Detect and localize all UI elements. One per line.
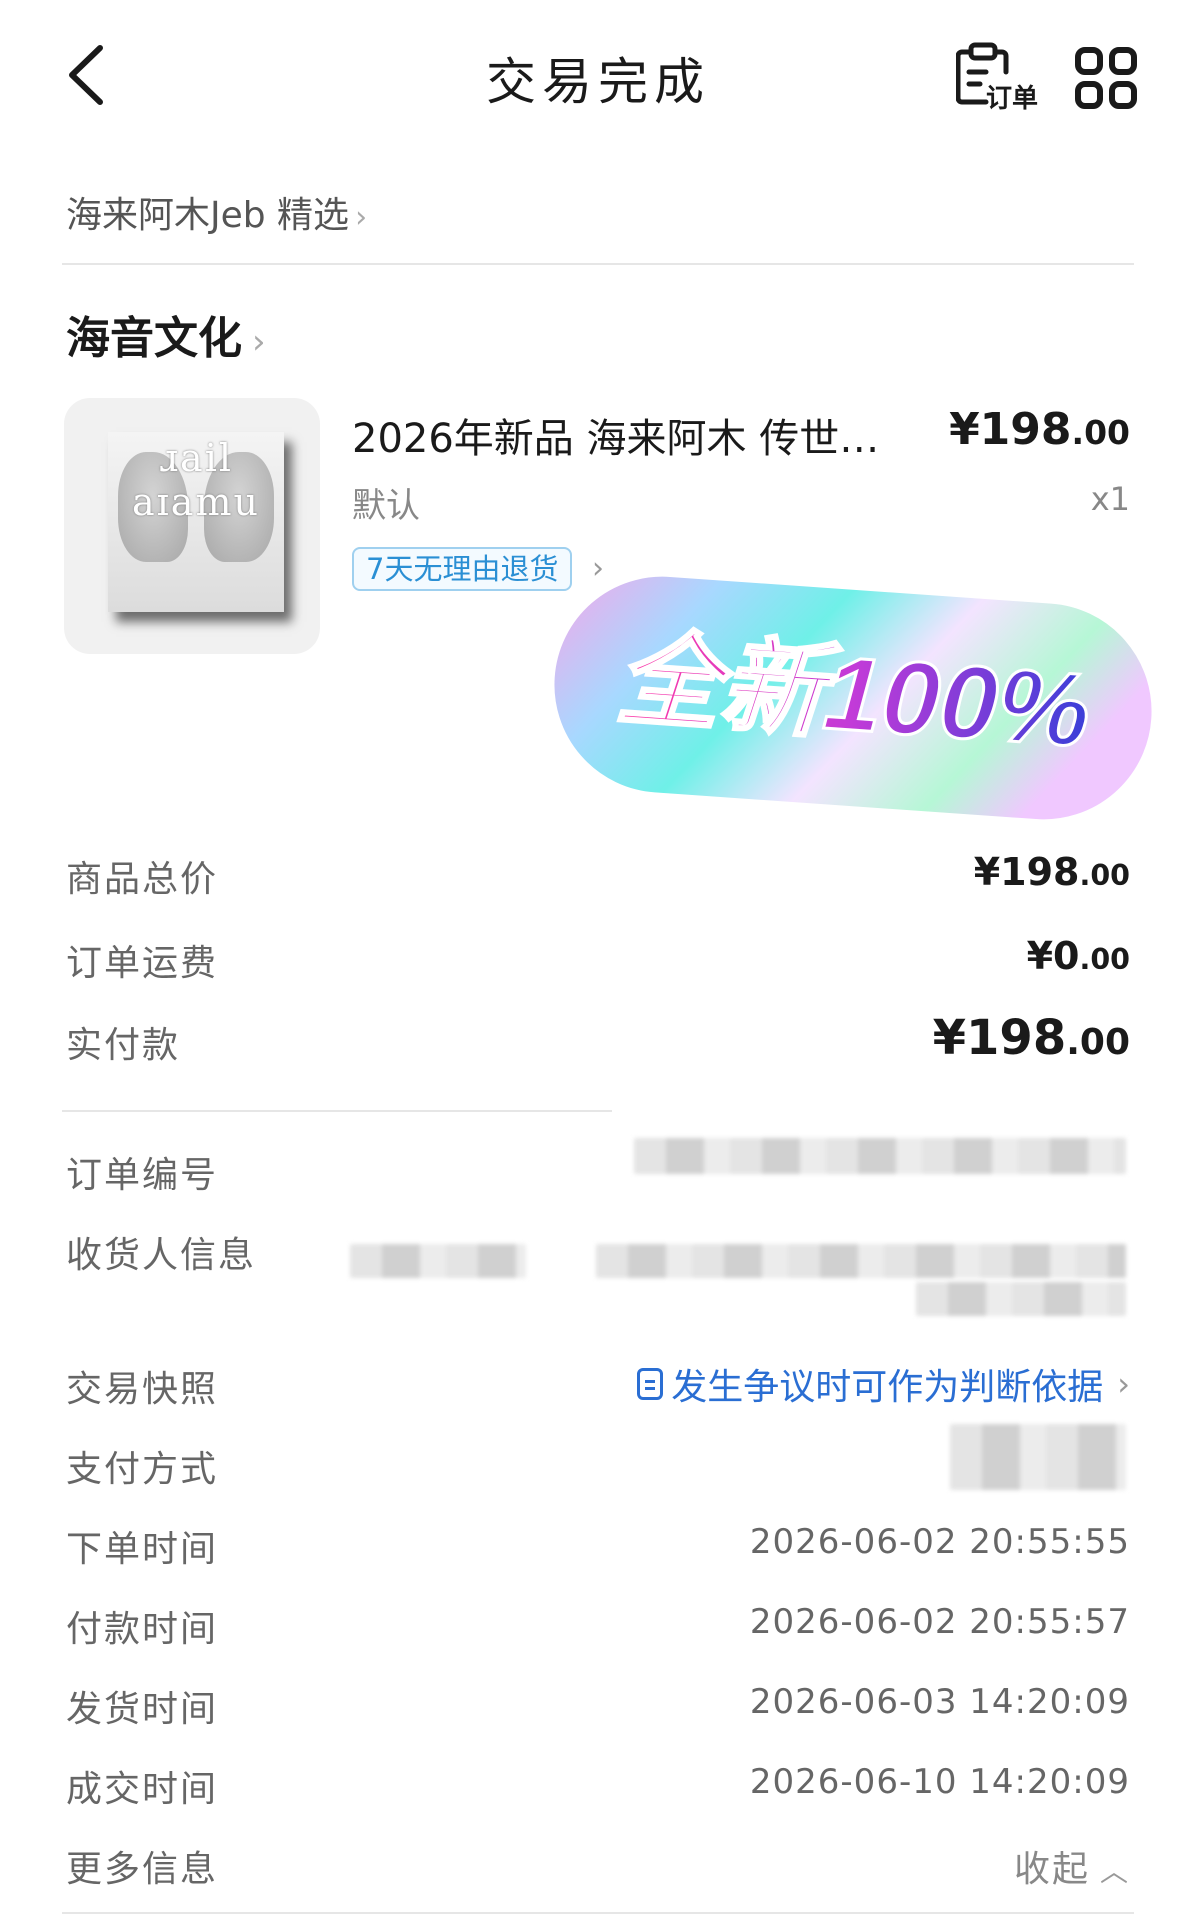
goods-total-value: ¥198.00 <box>974 850 1130 894</box>
return-policy-tag[interactable]: 7天无理由退货 <box>352 547 573 591</box>
store-name: 海音文化 <box>66 313 242 364</box>
ship-time-value: 2026-06-03 14:20:09 <box>749 1682 1130 1722</box>
divider <box>62 1912 1134 1914</box>
payment-method-redacted <box>950 1424 1126 1490</box>
chevron-up-icon: ︿ <box>1099 1855 1130 1888</box>
apps-button[interactable] <box>1074 46 1138 110</box>
shop-link-label: 海来阿木Jeb 精选 <box>66 195 350 236</box>
chevron-right-icon: › <box>252 322 266 362</box>
document-icon <box>637 1368 664 1400</box>
shop-link[interactable]: 海来阿木Jeb 精选 › <box>66 186 367 238</box>
new-condition-sticker: 全新100% <box>550 572 1156 824</box>
chevron-right-icon: › <box>1117 1365 1130 1403</box>
goods-total-label: 商品总价 <box>66 859 219 900</box>
shipping-label: 订单运费 <box>66 943 219 984</box>
product-spec: 默认 <box>352 486 420 526</box>
order-detail-page: 交易完成 订单 海来阿木Jeb 精选 › 海音文化 › ɹail aɪamu 2… <box>0 0 1196 1920</box>
payment-method-label: 支付方式 <box>66 1449 219 1490</box>
receiver-label: 收货人信息 <box>66 1235 257 1276</box>
shipping-decimal: .00 <box>1079 943 1131 976</box>
product-title[interactable]: 2026年新品 海来阿木 传世… <box>352 406 922 464</box>
cover-script: ɹail aɪamu <box>132 436 260 524</box>
orders-label: 订单 <box>986 84 1039 114</box>
product-price: ¥198.00 <box>949 404 1130 455</box>
orders-button[interactable]: 订单 <box>956 42 1046 114</box>
chevron-right-icon: › <box>355 200 368 235</box>
snapshot-link-text: 发生争议时可作为判断依据 <box>671 1367 1104 1408</box>
grid-icon <box>1075 47 1137 109</box>
collapse-label: 收起 <box>1013 1849 1090 1890</box>
deal-time-value: 2026-06-10 14:20:09 <box>749 1762 1130 1802</box>
snapshot-link[interactable]: 发生争议时可作为判断依据 › <box>637 1358 1130 1410</box>
order-time-label: 下单时间 <box>66 1529 219 1570</box>
order-number-redacted <box>634 1138 1126 1174</box>
pay-time-label: 付款时间 <box>66 1609 219 1650</box>
paid-label: 实付款 <box>66 1025 181 1066</box>
ship-time-label: 发货时间 <box>66 1689 219 1730</box>
divider <box>62 1110 612 1112</box>
shipping-main: ¥0 <box>1026 934 1080 978</box>
snapshot-label: 交易快照 <box>66 1369 219 1410</box>
album-cover-image: ɹail aɪamu <box>108 432 284 612</box>
order-time-value: 2026-06-02 20:55:55 <box>749 1522 1130 1562</box>
shipping-value: ¥0.00 <box>1027 934 1130 978</box>
store-link[interactable]: 海音文化 › <box>66 302 266 366</box>
paid-decimal: .00 <box>1066 1022 1130 1063</box>
product-price-main: ¥198 <box>949 404 1072 455</box>
receiver-phone-redacted <box>596 1244 1126 1278</box>
goods-total-main: ¥198 <box>973 850 1080 894</box>
product-price-decimal: .00 <box>1071 413 1130 452</box>
paid-main: ¥198 <box>932 1010 1067 1066</box>
pay-time-value: 2026-06-02 20:55:57 <box>749 1602 1130 1642</box>
top-bar: 交易完成 订单 <box>0 0 1196 150</box>
receiver-address-redacted <box>916 1282 1126 1316</box>
divider <box>62 263 1134 265</box>
paid-value: ¥198.00 <box>933 1010 1130 1066</box>
deal-time-label: 成交时间 <box>66 1769 219 1810</box>
receiver-name-redacted <box>350 1244 526 1278</box>
product-thumbnail[interactable]: ɹail aɪamu <box>64 398 320 654</box>
more-info-label: 更多信息 <box>66 1849 219 1890</box>
product-quantity: x1 <box>1090 480 1130 518</box>
collapse-button[interactable]: 收起 ︿ <box>1014 1840 1130 1892</box>
order-number-label: 订单编号 <box>66 1155 219 1196</box>
goods-total-decimal: .00 <box>1079 859 1131 892</box>
